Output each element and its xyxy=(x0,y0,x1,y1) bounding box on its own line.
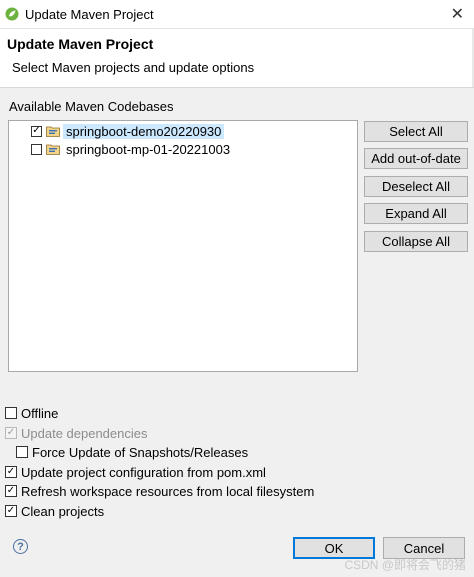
item-checkbox[interactable] xyxy=(31,143,42,155)
codebases-tree[interactable]: ✓ springboot-demo20220930 springboot-mp-… xyxy=(8,120,358,372)
offline-label: Offline xyxy=(21,405,59,421)
clean-projects-option[interactable]: ✓ Clean projects xyxy=(5,502,104,520)
banner-title: Update Maven Project xyxy=(7,36,154,52)
offline-checkbox[interactable] xyxy=(5,407,17,419)
help-icon[interactable]: ? xyxy=(13,539,28,554)
add-out-of-date-button[interactable]: Add out-of-date xyxy=(364,148,468,169)
spring-leaf-icon xyxy=(5,7,19,21)
close-icon[interactable]: ✕ xyxy=(451,4,464,23)
update-config-checkbox[interactable]: ✓ xyxy=(5,466,17,478)
codebases-label: Available Maven Codebases xyxy=(9,99,174,114)
force-update-option[interactable]: Force Update of Snapshots/Releases xyxy=(16,443,248,461)
watermark: CSDN @即将会飞的猪 xyxy=(344,558,466,572)
maven-project-icon xyxy=(46,126,60,137)
window-title: Update Maven Project xyxy=(25,6,154,22)
collapse-all-button[interactable]: Collapse All xyxy=(364,231,468,252)
item-checkbox[interactable]: ✓ xyxy=(31,125,42,137)
force-update-checkbox[interactable] xyxy=(16,446,28,458)
dialog-banner: Update Maven Project Select Maven projec… xyxy=(0,29,474,88)
refresh-workspace-checkbox[interactable]: ✓ xyxy=(5,485,17,497)
tree-item[interactable]: springboot-mp-01-20221003 xyxy=(31,140,233,158)
item-label[interactable]: springboot-demo20220930 xyxy=(63,123,225,139)
select-all-button[interactable]: Select All xyxy=(364,121,468,142)
update-config-option[interactable]: ✓ Update project configuration from pom.… xyxy=(5,463,266,481)
update-config-label: Update project configuration from pom.xm… xyxy=(21,464,266,480)
refresh-workspace-option[interactable]: ✓ Refresh workspace resources from local… xyxy=(5,482,314,500)
offline-option[interactable]: Offline xyxy=(5,404,58,422)
clean-projects-checkbox[interactable]: ✓ xyxy=(5,505,17,517)
tree-item[interactable]: ✓ springboot-demo20220930 xyxy=(31,122,225,140)
deselect-all-button[interactable]: Deselect All xyxy=(364,176,468,197)
title-bar: Update Maven Project ✕ xyxy=(0,0,474,29)
expand-all-button[interactable]: Expand All xyxy=(364,203,468,224)
clean-projects-label: Clean projects xyxy=(21,503,105,519)
banner-description: Select Maven projects and update options xyxy=(12,60,255,75)
update-dependencies-option: ✓ Update dependencies xyxy=(5,424,148,442)
item-label[interactable]: springboot-mp-01-20221003 xyxy=(63,142,233,157)
maven-project-icon xyxy=(46,144,60,155)
force-update-label: Force Update of Snapshots/Releases xyxy=(32,444,249,460)
update-dependencies-label: Update dependencies xyxy=(21,425,148,441)
update-dependencies-checkbox: ✓ xyxy=(5,427,17,439)
refresh-workspace-label: Refresh workspace resources from local f… xyxy=(21,483,315,499)
